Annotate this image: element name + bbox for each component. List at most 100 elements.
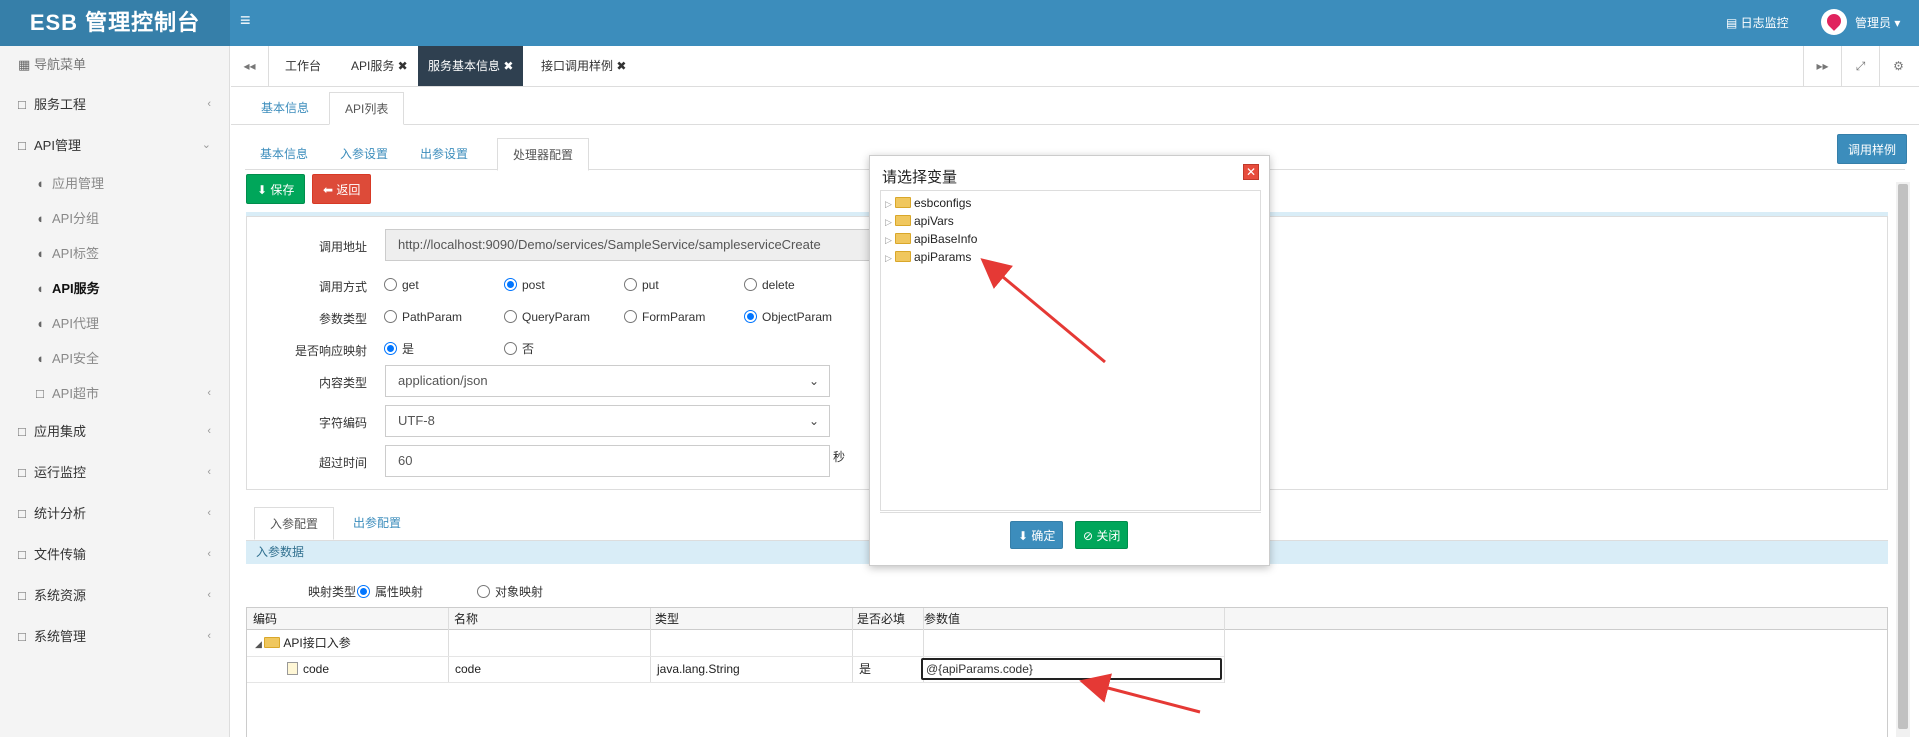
row-required-cell[interactable]: 是 bbox=[855, 658, 871, 680]
sidebar-item-service-project[interactable]: □ 服务工程 ‹ bbox=[0, 84, 229, 125]
row-value-input[interactable]: @{apiParams.code} bbox=[921, 658, 1222, 680]
tab-basic-info[interactable]: 基本信息 bbox=[246, 92, 324, 125]
expand-triangle-icon[interactable]: ▷ bbox=[885, 232, 895, 248]
user-menu[interactable]: 管理员 ▾ bbox=[1855, 14, 1900, 31]
call-method-label: 调用方式 bbox=[318, 280, 367, 294]
row-code-cell[interactable]: code bbox=[283, 658, 329, 680]
scroll-tabs-right-icon[interactable]: ▸▸ bbox=[1803, 46, 1841, 86]
sidebar-sub-api-tag[interactable]: ◖ API标签 bbox=[0, 236, 229, 271]
sidebar-sub-api-group[interactable]: ◖ API分组 bbox=[0, 201, 229, 236]
folder-icon bbox=[264, 637, 281, 648]
list-icon: ▤ bbox=[1726, 16, 1741, 30]
charset-select[interactable]: UTF-8 ⌄ bbox=[385, 405, 830, 437]
param-query-radio[interactable]: QueryParam bbox=[504, 308, 590, 326]
chevron-left-icon: ‹ bbox=[207, 98, 211, 110]
tree-node-apivars[interactable]: ▷ apiVars bbox=[885, 213, 954, 229]
close-icon[interactable]: ✕ bbox=[1243, 164, 1259, 180]
timeout-input[interactable]: 60 bbox=[385, 445, 830, 477]
tab-output-settings[interactable]: 出参设置 bbox=[405, 138, 483, 171]
folder-icon bbox=[895, 251, 911, 262]
tab-call-example[interactable]: 接口调用样例 ✖ bbox=[531, 46, 636, 86]
row-type-cell[interactable]: java.lang.String bbox=[653, 658, 740, 680]
group-row[interactable]: ◢ API接口入参 bbox=[251, 632, 351, 654]
log-monitor-link[interactable]: ▤ 日志监控 bbox=[1726, 14, 1789, 31]
expand-triangle-icon[interactable]: ▷ bbox=[885, 214, 895, 230]
row-name-cell[interactable]: code bbox=[451, 658, 481, 680]
grid-header: 编码 名称 类型 是否必填 参数值 bbox=[247, 608, 1887, 630]
col-required[interactable]: 是否必填 bbox=[853, 608, 905, 630]
chevron-left-icon: ‹ bbox=[207, 387, 211, 399]
content-type-select[interactable]: application/json ⌄ bbox=[385, 365, 830, 397]
method-post-radio[interactable]: post bbox=[504, 276, 545, 294]
tab-api-basic-info[interactable]: 基本信息 bbox=[245, 138, 323, 171]
sidebar-sub-api-market[interactable]: □ API超市 ‹ bbox=[0, 376, 229, 411]
method-delete-radio[interactable]: delete bbox=[744, 276, 795, 294]
sidebar-sub-app-management[interactable]: ◖ 应用管理 bbox=[0, 166, 229, 201]
vertical-scrollbar[interactable] bbox=[1896, 182, 1910, 737]
sidebar-item-api-management[interactable]: □ API管理 ⌄ bbox=[0, 125, 229, 166]
col-type[interactable]: 类型 bbox=[651, 608, 679, 630]
resp-map-no-radio[interactable]: 否 bbox=[504, 340, 534, 358]
sidebar-item-statistics[interactable]: □ 统计分析 ‹ bbox=[0, 493, 229, 534]
sidebar-sub-api-service[interactable]: ◖ API服务 bbox=[0, 271, 229, 306]
col-code[interactable]: 编码 bbox=[249, 608, 277, 630]
leaf-icon: ◖ bbox=[36, 211, 44, 226]
leaf-icon: ◖ bbox=[36, 351, 44, 366]
close-button[interactable]: ⊘ 关闭 bbox=[1075, 521, 1129, 549]
sidebar-item-monitoring[interactable]: □ 运行监控 ‹ bbox=[0, 452, 229, 493]
variable-picker-dialog: 请选择变量 ✕ ▷ esbconfigs ▷ apiVars ▷ apiBaseInf… bbox=[869, 155, 1270, 566]
call-address-field[interactable]: http://localhost:9090/Demo/services/Samp… bbox=[385, 229, 885, 261]
folder-icon: □ bbox=[18, 465, 26, 480]
scroll-tabs-left-icon[interactable]: ◂◂ bbox=[231, 46, 269, 86]
confirm-button[interactable]: ⬇ 确定 bbox=[1010, 521, 1064, 549]
sidebar-item-file-transfer[interactable]: □ 文件传输 ‹ bbox=[0, 534, 229, 575]
sidebar-sub-api-proxy[interactable]: ◖ API代理 bbox=[0, 306, 229, 341]
tab-input-settings[interactable]: 入参设置 bbox=[325, 138, 403, 171]
tab-api-list[interactable]: API列表 bbox=[329, 92, 405, 125]
tab-processor-config[interactable]: 处理器配置 bbox=[497, 138, 590, 171]
save-button[interactable]: ⬇ 保存 bbox=[246, 174, 306, 204]
fullscreen-icon[interactable]: ⤢ bbox=[1841, 46, 1879, 86]
file-icon bbox=[287, 662, 298, 675]
scrollbar-thumb[interactable] bbox=[1898, 184, 1908, 729]
arrow-left-icon: ⬅ bbox=[323, 183, 337, 197]
tree-node-apiparams[interactable]: ▷ apiParams bbox=[885, 249, 971, 265]
gear-icon[interactable]: ⚙ bbox=[1879, 46, 1917, 86]
sidebar-item-system-management[interactable]: □ 系统管理 ‹ bbox=[0, 616, 229, 657]
back-button[interactable]: ⬅ 返回 bbox=[312, 174, 372, 204]
method-put-radio[interactable]: put bbox=[624, 276, 659, 294]
collapse-triangle-icon[interactable]: ◢ bbox=[255, 639, 264, 649]
grid-icon: ▦ bbox=[18, 57, 31, 72]
col-value[interactable]: 参数值 bbox=[920, 608, 960, 630]
mapping-object-radio[interactable]: 对象映射 bbox=[477, 583, 543, 601]
avatar[interactable] bbox=[1821, 9, 1847, 35]
param-object-radio[interactable]: ObjectParam bbox=[744, 308, 832, 326]
call-address-label: 调用地址 bbox=[318, 240, 367, 254]
resp-map-yes-radio[interactable]: 是 bbox=[384, 340, 414, 358]
tab-service-info[interactable]: 服务基本信息 ✖ bbox=[418, 46, 524, 86]
folder-icon: □ bbox=[18, 629, 26, 644]
sidebar-sub-api-security[interactable]: ◖ API安全 bbox=[0, 341, 229, 376]
col-name[interactable]: 名称 bbox=[450, 608, 478, 630]
expand-triangle-icon[interactable]: ▷ bbox=[885, 196, 895, 212]
tree-node-esbconfigs[interactable]: ▷ esbconfigs bbox=[885, 195, 971, 211]
expand-triangle-icon[interactable]: ▷ bbox=[885, 250, 895, 266]
resp-map-label: 是否响应映射 bbox=[294, 344, 367, 358]
tree-node-apibaseinfo[interactable]: ▷ apiBaseInfo bbox=[885, 231, 977, 247]
method-get-radio[interactable]: get bbox=[384, 276, 419, 294]
param-path-radio[interactable]: PathParam bbox=[384, 308, 462, 326]
service-sub-tabs: 基本信息 API列表 bbox=[231, 88, 1919, 125]
tab-api-service[interactable]: API服务 ✖ bbox=[341, 46, 418, 86]
tab-workbench[interactable]: 工作台 bbox=[275, 46, 331, 86]
tab-output-config[interactable]: 出参配置 bbox=[338, 507, 416, 540]
brand-title[interactable]: ESB 管理控制台 bbox=[0, 0, 230, 46]
sidebar-item-app-integration[interactable]: □ 应用集成 ‹ bbox=[0, 411, 229, 452]
param-type-label: 参数类型 bbox=[318, 312, 367, 326]
mapping-attribute-radio[interactable]: 属性映射 bbox=[357, 583, 423, 601]
menu-toggle-icon[interactable]: ≡ bbox=[240, 10, 251, 31]
param-form-radio[interactable]: FormParam bbox=[624, 308, 705, 326]
sidebar-item-system-resources[interactable]: □ 系统资源 ‹ bbox=[0, 575, 229, 616]
tab-input-config[interactable]: 入参配置 bbox=[254, 507, 335, 540]
leaf-icon: ◖ bbox=[36, 176, 44, 191]
nav-title: ▦ 导航菜单 bbox=[0, 46, 229, 84]
